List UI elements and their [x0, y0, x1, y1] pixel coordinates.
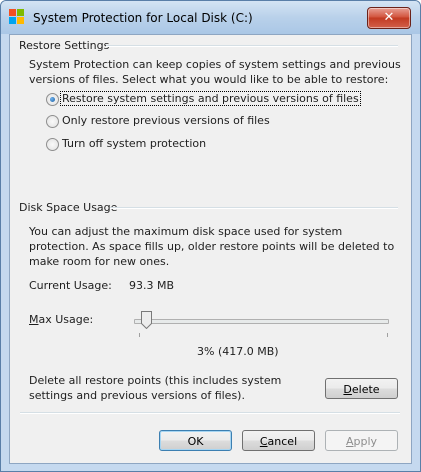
restore-settings-description: System Protection can keep copies of sys…: [29, 58, 401, 86]
disk-space-heading: Disk Space Usage: [19, 201, 118, 214]
close-icon: ✕: [383, 10, 395, 25]
radio-selected-dot: [50, 97, 55, 102]
section-divider: [106, 45, 398, 47]
radio-button[interactable]: [46, 93, 59, 106]
radio-button[interactable]: [46, 138, 59, 151]
label-text: ax Usage:: [38, 313, 94, 326]
cancel-button[interactable]: Cancel: [242, 430, 315, 451]
section-divider: [110, 207, 398, 209]
window-title: System Protection for Local Disk (C:): [33, 11, 253, 25]
radio-label[interactable]: Restore system settings and previous ver…: [60, 91, 361, 106]
accelerator-key: A: [345, 435, 354, 448]
max-usage-slider-thumb[interactable]: [141, 311, 153, 329]
title-bar[interactable]: System Protection for Local Disk (C:) ✕: [1, 1, 420, 34]
slider-tick: [139, 333, 140, 337]
max-usage-slider-track[interactable]: [134, 319, 389, 324]
windows-shield-icon: [9, 9, 24, 24]
button-label: pply: [353, 435, 378, 448]
radio-label[interactable]: Only restore previous versions of files: [61, 114, 271, 127]
button-label: elete: [351, 383, 380, 396]
accelerator-key: D: [343, 383, 352, 396]
radio-label[interactable]: Turn off system protection: [61, 137, 207, 150]
footer-divider: [20, 412, 400, 414]
delete-button[interactable]: Delete: [325, 378, 398, 399]
ok-button[interactable]: OK: [159, 430, 232, 451]
slider-tick: [387, 333, 388, 337]
delete-description: Delete all restore points (this includes…: [29, 374, 282, 402]
apply-button[interactable]: Apply: [325, 430, 398, 451]
radio-button[interactable]: [46, 115, 59, 128]
close-button[interactable]: ✕: [367, 7, 411, 29]
button-label: ancel: [267, 435, 298, 448]
restore-settings-heading: Restore Settings: [19, 39, 110, 52]
dialog-body: Restore Settings System Protection can k…: [9, 34, 412, 464]
max-usage-label: Max Usage:: [29, 313, 93, 326]
current-usage-label: Current Usage:: [29, 279, 112, 292]
disk-space-description: You can adjust the maximum disk space us…: [29, 225, 395, 268]
current-usage-value: 93.3 MB: [129, 279, 175, 292]
accelerator-key: C: [259, 435, 268, 448]
accelerator-key: M: [29, 313, 39, 326]
max-usage-value: 3% (417.0 MB): [197, 345, 279, 358]
dialog-window: System Protection for Local Disk (C:) ✕ …: [0, 0, 421, 472]
